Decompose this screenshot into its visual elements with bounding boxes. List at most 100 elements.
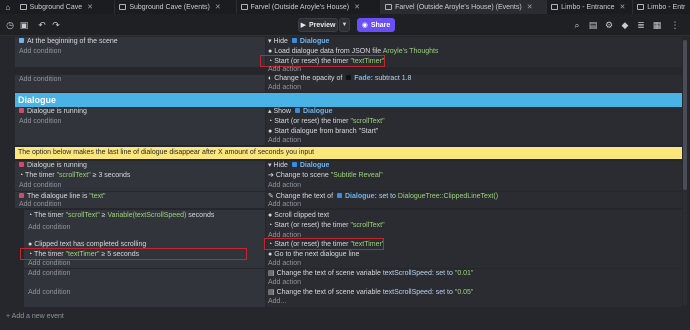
add-event-label: Add a new event: [11, 313, 64, 320]
action-change-scene[interactable]: ➔ Change to scene "Subtitle Reveal": [268, 171, 383, 181]
object-name: Dialogue: [299, 38, 330, 45]
vertical-scrollbar-thumb[interactable]: [683, 40, 687, 190]
tab-limbo-entrance-events[interactable]: Limbo - Entr: [633, 0, 690, 14]
condition-value: ≥ 3 seconds: [92, 172, 131, 179]
condition-timer-scrolltext[interactable]: ◔ The timer "scrollText" ≥ 3 seconds: [19, 171, 130, 181]
group-dialogue[interactable]: Dialogue: [15, 93, 682, 107]
add-condition-link[interactable]: Add condition: [28, 288, 70, 298]
tab-subground-cave[interactable]: Subground Cave ✕: [16, 0, 116, 14]
text-object-icon: [291, 38, 297, 43]
condition-text: Dialogue is running: [27, 108, 87, 115]
condition-dialogue-running[interactable]: Dialogue is running: [19, 161, 87, 171]
clock-icon[interactable]: ◷: [4, 19, 16, 31]
scene-icon: [551, 4, 559, 10]
operator-text: set to: [435, 289, 453, 296]
action-text: Scroll clipped text: [274, 212, 330, 219]
tab-label: Farvel (Outside Aroyle's House): [250, 3, 350, 11]
add-condition-link[interactable]: Add condition: [28, 223, 70, 233]
comment[interactable]: The option below makes the last line of …: [15, 147, 682, 159]
add-condition-link[interactable]: Add condition: [19, 200, 61, 210]
variable-name: textScrollSpeed:: [382, 270, 434, 277]
action-text: Change the text of scene variable: [276, 289, 381, 296]
add-condition-link[interactable]: Add condition: [28, 269, 70, 279]
play-icon: ▶: [300, 22, 306, 29]
action-start-timer-scrolltext[interactable]: ◔ Start (or reset) the timer "scrollText…: [268, 221, 385, 231]
search-icon[interactable]: ⌕: [571, 19, 583, 31]
action-text: Hide: [273, 162, 288, 169]
scene-properties-icon[interactable]: ▤: [587, 19, 599, 31]
action-hide-dialogue[interactable]: ▾ Hide Dialogue: [268, 37, 329, 47]
action-start-timer-scrolltext[interactable]: ◔ Start (or reset) the timer "scrollText…: [268, 117, 385, 127]
text-icon: ✎: [268, 193, 276, 200]
action-text: Start dialogue from branch "Start": [274, 128, 379, 135]
scene-icon: [19, 4, 27, 10]
condition-dialogue-running[interactable]: Dialogue is running: [19, 107, 87, 117]
file-name: Aroyle's Thoughts: [382, 48, 439, 55]
tab-subground-cave-events[interactable]: Subground Cave (Events) ✕: [115, 0, 237, 14]
operator-text: ≥: [101, 212, 106, 219]
close-icon[interactable]: ✕: [619, 3, 625, 11]
redo-icon[interactable]: ↷: [50, 19, 62, 31]
add-condition-link[interactable]: Add condition: [19, 75, 61, 85]
add-action-link[interactable]: Add action: [268, 136, 301, 146]
add-condition-link[interactable]: Add condition: [19, 181, 61, 191]
action-text: Change to scene: [275, 172, 329, 179]
share-button[interactable]: ◉ Share: [357, 18, 395, 32]
scene-name: "Subtitle Reveal": [330, 172, 383, 179]
event-sheet: At the beginning of the scene Add condit…: [0, 37, 690, 310]
add-action-link[interactable]: Add action: [268, 259, 301, 269]
tab-farvel-events[interactable]: Farvel (Outside Aroyle's House) (Events)…: [381, 0, 548, 14]
preview-button[interactable]: ▶ Preview: [298, 18, 338, 32]
close-icon[interactable]: ✕: [527, 3, 533, 11]
condition-scene-start[interactable]: At the beginning of the scene: [19, 37, 118, 47]
tab-bar: ⌂ Subground Cave ✕ Subground Cave (Event…: [0, 0, 690, 14]
close-icon[interactable]: ✕: [354, 3, 360, 11]
bottom-bar: + Add a new event: [0, 310, 690, 330]
object-name: Dialogue: [299, 162, 330, 169]
add-action-link[interactable]: Add action: [268, 181, 301, 191]
properties-icon[interactable]: ▦: [651, 19, 663, 31]
toolbar: ◷ ▣ ↶ ↷ ▶ Preview ▼ ◉ Share ⌕ ▤ ⚙ ◆ ≣ ▦ …: [0, 14, 690, 36]
variable-icon: ▤: [268, 289, 277, 296]
objects-icon[interactable]: ◆: [619, 19, 631, 31]
add-action-link[interactable]: Add action: [268, 83, 301, 93]
undo-icon[interactable]: ↶: [36, 19, 48, 31]
action-text: Start (or reset) the timer: [274, 222, 349, 229]
tab-label: Subground Cave (Events): [129, 3, 210, 11]
add-condition-link[interactable]: Add condition: [19, 117, 61, 127]
action-show-dialogue[interactable]: ▴ Show Dialogue: [268, 107, 333, 117]
settings-icon[interactable]: ⚙: [603, 19, 615, 31]
layers-icon[interactable]: ≣: [635, 19, 647, 31]
timer-name: "scrollText": [65, 212, 100, 219]
condition-text: At the beginning of the scene: [27, 38, 118, 45]
close-icon[interactable]: ✕: [215, 3, 221, 11]
add-condition-link[interactable]: Add condition: [28, 259, 70, 269]
events-icon: [385, 4, 393, 10]
action-hide-dialogue[interactable]: ▾ Hide Dialogue: [268, 161, 329, 171]
action-scroll-clipped-text[interactable]: ● Scroll clipped text: [268, 211, 329, 221]
dialogue-icon: [19, 193, 24, 198]
add-action-link[interactable]: Add action: [268, 200, 301, 210]
tab-farvel[interactable]: Farvel (Outside Aroyle's House) ✕: [237, 0, 382, 14]
add-condition-link[interactable]: Add condition: [19, 47, 61, 57]
action-change-scene-variable[interactable]: ▤ Change the text of scene variable text…: [268, 288, 473, 298]
tab-label: Limbo - Entr: [647, 3, 686, 11]
action-text: Change the text of: [275, 193, 334, 200]
tab-limbo-entrance[interactable]: Limbo - Entrance ✕: [547, 0, 634, 14]
condition-text: Dialogue is running: [27, 162, 87, 169]
events-icon: [119, 4, 127, 10]
variable-value: "0.05": [454, 289, 474, 296]
object-name: Fade:: [354, 75, 373, 82]
more-icon[interactable]: ⋮: [669, 19, 681, 31]
project-icon[interactable]: ▣: [18, 19, 30, 31]
add-action-link[interactable]: Add...: [268, 297, 286, 307]
add-event-link[interactable]: + Add a new event: [6, 312, 64, 322]
tab-label: Subground Cave: [29, 3, 83, 11]
preview-dropdown-button[interactable]: ▼: [339, 18, 350, 32]
close-icon[interactable]: ✕: [87, 3, 93, 11]
home-icon[interactable]: ⌂: [0, 0, 16, 14]
action-text: Change the text of scene variable: [276, 270, 381, 277]
action-text: Change the opacity of: [274, 75, 343, 82]
condition-timer-scrollspeed[interactable]: ◔ The timer "scrollText" ≥ Variable(text…: [28, 211, 214, 221]
action-change-text[interactable]: ✎ Change the text of Dialogue: set to Di…: [268, 192, 498, 202]
